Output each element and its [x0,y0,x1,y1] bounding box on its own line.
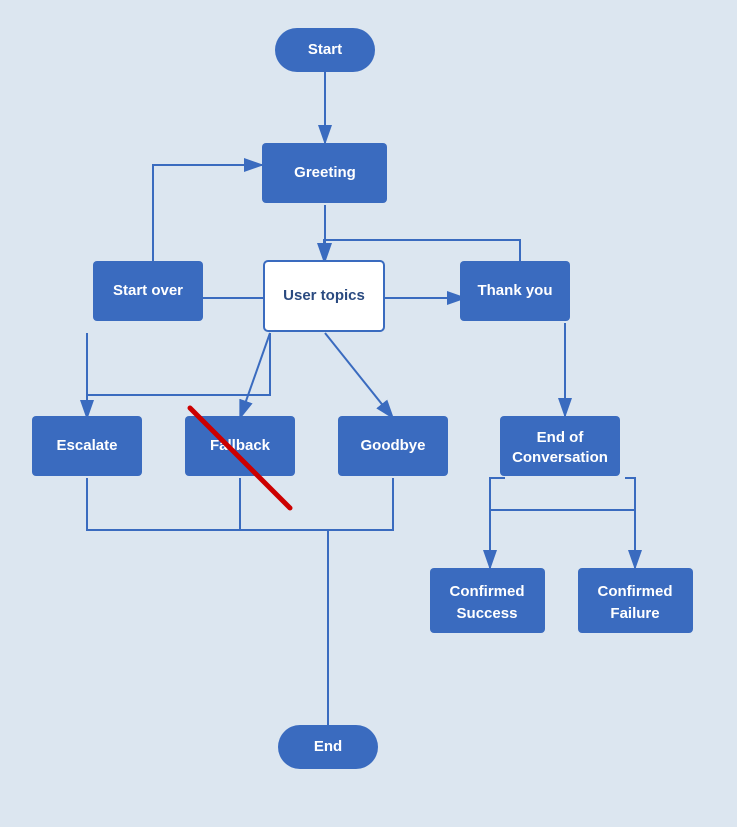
conn-startover-greeting [153,165,262,263]
conn-ut-fallback [240,333,270,418]
conf-failure-label1: Confirmed [598,583,673,600]
flowchart: Start Greeting User topics Start over Th… [0,0,737,827]
conf-failure-label2: Failure [610,605,659,622]
end-of-conv-label1: End of [537,429,585,446]
thank-you-label: Thank you [477,282,552,299]
conf-success-label2: Success [457,605,518,622]
diagram-svg: Start Greeting User topics Start over Th… [0,0,737,827]
conn-ut-goodbye [325,333,393,418]
end-of-conv-node [500,416,620,476]
escalate-label: Escalate [57,437,118,454]
goodbye-label: Goodbye [360,437,425,454]
conn-good-bottom [328,478,393,530]
conf-failure-node [578,568,693,633]
greeting-label: Greeting [294,164,356,181]
conf-success-label1: Confirmed [450,583,525,600]
conn-eoc-confsuccess [490,478,505,568]
conn-thankyou-usertopics [324,240,520,263]
conn-eoc-conffailure [625,478,635,568]
start-over-label: Start over [113,282,183,299]
conf-success-node [430,568,545,633]
start-label: Start [308,41,342,58]
end-of-conv-label2: Conversation [512,449,608,466]
conn-ut-left-down [87,333,270,416]
end-label: End [314,738,342,755]
conn-esc-bottom [87,478,328,530]
user-topics-label: User topics [283,287,365,304]
